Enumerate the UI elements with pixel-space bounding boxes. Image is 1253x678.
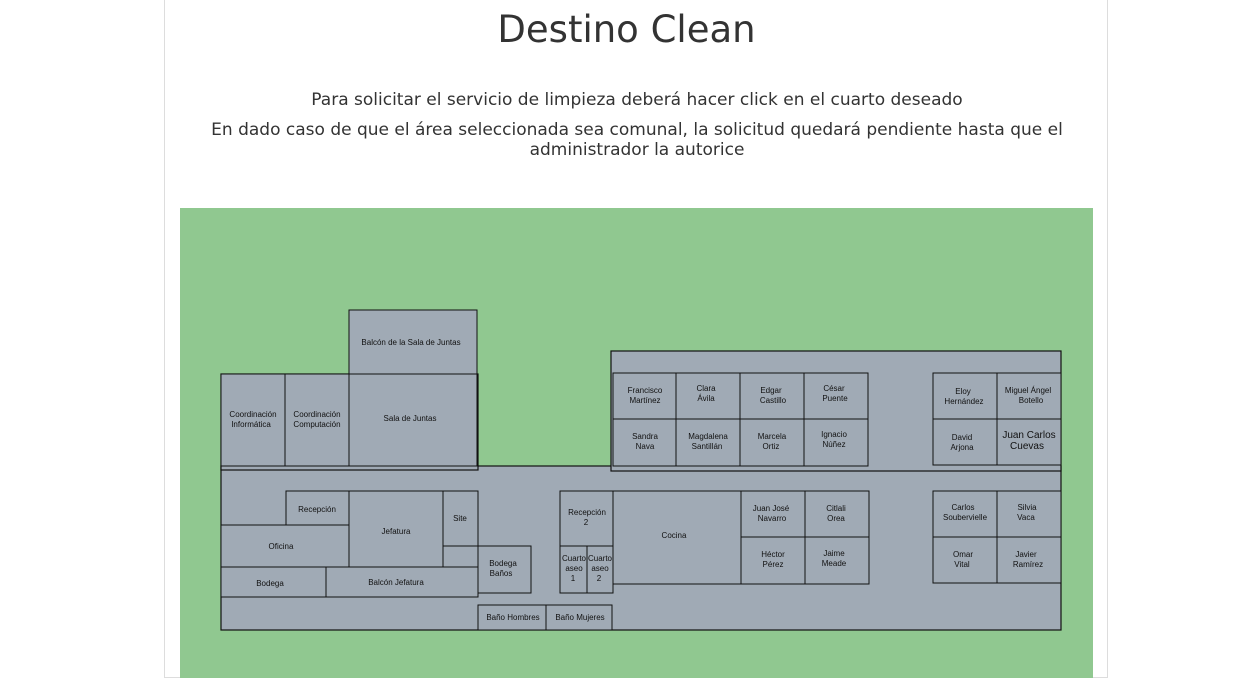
room-oficina[interactable]: Oficina (220, 524, 350, 568)
room-javier-ramirez[interactable]: Javier Ramírez (996, 536, 1062, 584)
room-bodega[interactable]: Bodega (220, 566, 327, 598)
room-sala-de-juntas[interactable]: Sala de Juntas (348, 373, 478, 467)
room-jaime-meade[interactable]: Jaime Meade (804, 536, 870, 585)
room-ignacio-nunez[interactable]: Ignacio Núñez (803, 418, 869, 467)
room-miguel-angel-botello[interactable]: Miguel Ángel Botello (996, 372, 1062, 420)
room-magdalena-santillan[interactable]: Magdalena Santillán (675, 418, 741, 467)
room-cuarto-aseo-1[interactable]: Cuarto aseo 1 (559, 545, 588, 594)
room-hector-perez[interactable]: Héctor Pérez (740, 536, 806, 585)
room-francisco-martinez[interactable]: Francisco Martínez (612, 372, 677, 420)
room-bano-hombres[interactable]: Baño Hombres (477, 604, 547, 631)
page-title: Destino Clean (497, 8, 756, 51)
room-eloy-hernandez[interactable]: Eloy Hernández (932, 372, 998, 420)
floor-plan-map: Balcón de la Sala de Juntas Coordinación… (180, 208, 1093, 678)
room-sandra-nava[interactable]: Sandra Nava (612, 418, 677, 467)
room-cesar-puente[interactable]: César Puente (803, 372, 869, 420)
room-citlali-orea[interactable]: Citlali Orea (804, 490, 870, 538)
room-cuarto-aseo-2[interactable]: Cuarto aseo 2 (586, 545, 614, 594)
room-marcela-ortiz[interactable]: Marcela Ortiz (739, 418, 805, 467)
floor-plan-svg: Balcón de la Sala de Juntas Coordinación… (220, 309, 1062, 631)
room-site[interactable]: Site (442, 490, 479, 547)
room-recepcion-2[interactable]: Recepción 2 (559, 490, 614, 547)
room-coordinacion-informatica[interactable]: Coordinación Informática (220, 373, 286, 467)
room-clara-avila[interactable]: Clara Ávila (675, 372, 741, 420)
instruction-text-2: En dado caso de que el área seleccionada… (211, 120, 1063, 160)
room-cocina[interactable]: Cocina (612, 490, 742, 585)
room-carlos-soubervielle[interactable]: Carlos Soubervielle (932, 490, 998, 538)
room-bodega-banos[interactable]: Bodega Baños (477, 545, 532, 594)
room-juan-carlos-cuevas[interactable]: Juan Carlos Cuevas (996, 418, 1062, 466)
room-omar-vital[interactable]: Omar Vital (932, 536, 998, 584)
instruction-text-1: Para solicitar el servicio de limpieza d… (311, 90, 963, 110)
room-edgar-castillo[interactable]: Edgar Castillo (739, 372, 805, 420)
room-jefatura[interactable]: Jefatura (348, 490, 444, 568)
room-recepcion[interactable]: Recepción (285, 490, 350, 526)
room-david-arjona[interactable]: David Arjona (932, 418, 998, 466)
room-bano-mujeres[interactable]: Baño Mujeres (545, 604, 613, 631)
room-juan-jose-navarro[interactable]: Juan José Navarro (740, 490, 806, 538)
room-coordinacion-computacion[interactable]: Coordinación Computación (284, 373, 350, 467)
room-balcon-jefatura[interactable]: Balcón Jefatura (325, 566, 479, 598)
room-balcon-sala-juntas[interactable]: Balcón de la Sala de Juntas (348, 309, 478, 375)
room-silvia-vaca[interactable]: Silvia Vaca (996, 490, 1062, 538)
